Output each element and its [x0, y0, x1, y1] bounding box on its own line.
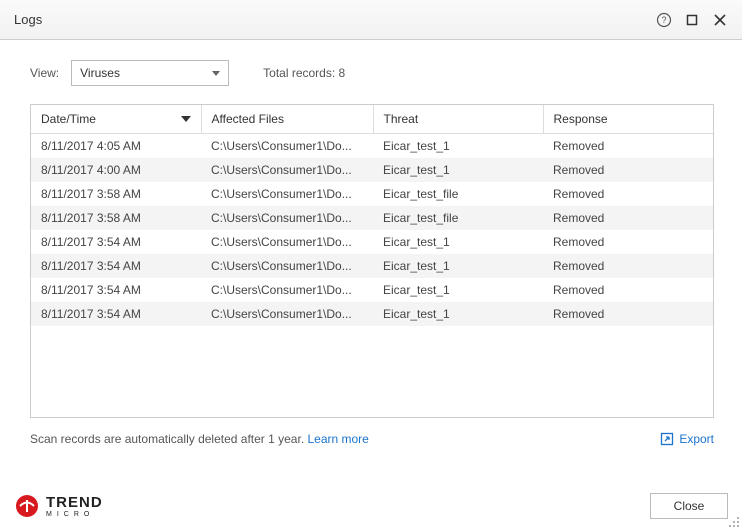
cell-response: Removed [543, 206, 713, 230]
view-dropdown[interactable]: Viruses [71, 60, 229, 86]
cell-threat: Eicar_test_1 [373, 254, 543, 278]
view-label: View: [30, 66, 59, 80]
chevron-down-icon [212, 71, 220, 76]
table-row[interactable]: 8/11/2017 3:54 AMC:\Users\Consumer1\Do..… [31, 230, 713, 254]
sort-desc-icon [181, 116, 191, 122]
total-records-label: Total records: [263, 66, 335, 80]
log-table: Date/Time Affected Files Threat Response… [31, 105, 713, 326]
cell-threat: Eicar_test_1 [373, 158, 543, 182]
toolbar: View: Viruses Total records: 8 [30, 60, 712, 86]
col-datetime[interactable]: Date/Time [31, 105, 201, 133]
footer-row: Scan records are automatically deleted a… [30, 432, 714, 446]
resize-grip-icon[interactable] [728, 516, 740, 528]
learn-more-link[interactable]: Learn more [307, 432, 368, 446]
help-icon: ? [656, 12, 672, 28]
cell-response: Removed [543, 302, 713, 326]
cell-datetime: 8/11/2017 3:54 AM [31, 254, 201, 278]
cell-affected: C:\Users\Consumer1\Do... [201, 230, 373, 254]
brand-big: TREND [46, 495, 103, 510]
cell-datetime: 8/11/2017 3:58 AM [31, 206, 201, 230]
cell-affected: C:\Users\Consumer1\Do... [201, 278, 373, 302]
table-row[interactable]: 8/11/2017 4:00 AMC:\Users\Consumer1\Do..… [31, 158, 713, 182]
cell-affected: C:\Users\Consumer1\Do... [201, 133, 373, 158]
cell-datetime: 8/11/2017 3:54 AM [31, 302, 201, 326]
window-title: Logs [14, 12, 648, 27]
cell-affected: C:\Users\Consumer1\Do... [201, 254, 373, 278]
table-row[interactable]: 8/11/2017 3:58 AMC:\Users\Consumer1\Do..… [31, 206, 713, 230]
dropdown-value: Viruses [80, 66, 212, 80]
log-table-container: Date/Time Affected Files Threat Response… [30, 104, 714, 418]
retention-note-text: Scan records are automatically deleted a… [30, 432, 307, 446]
close-button[interactable]: Close [650, 493, 728, 519]
table-row[interactable]: 8/11/2017 3:54 AMC:\Users\Consumer1\Do..… [31, 254, 713, 278]
cell-datetime: 8/11/2017 3:58 AM [31, 182, 201, 206]
brand-small: MICRO [46, 511, 103, 518]
cell-affected: C:\Users\Consumer1\Do... [201, 182, 373, 206]
export-icon [660, 432, 674, 446]
trendmicro-icon [14, 493, 40, 519]
table-row[interactable]: 8/11/2017 3:54 AMC:\Users\Consumer1\Do..… [31, 302, 713, 326]
cell-response: Removed [543, 278, 713, 302]
cell-affected: C:\Users\Consumer1\Do... [201, 206, 373, 230]
cell-datetime: 8/11/2017 3:54 AM [31, 278, 201, 302]
title-bar: Logs ? [0, 0, 742, 40]
cell-datetime: 8/11/2017 3:54 AM [31, 230, 201, 254]
close-icon [714, 14, 726, 26]
cell-threat: Eicar_test_1 [373, 230, 543, 254]
table-row[interactable]: 8/11/2017 3:54 AMC:\Users\Consumer1\Do..… [31, 278, 713, 302]
col-threat[interactable]: Threat [373, 105, 543, 133]
table-row[interactable]: 8/11/2017 3:58 AMC:\Users\Consumer1\Do..… [31, 182, 713, 206]
cell-threat: Eicar_test_file [373, 182, 543, 206]
col-response[interactable]: Response [543, 105, 713, 133]
brand-logo: TREND MICRO [14, 493, 103, 519]
cell-threat: Eicar_test_1 [373, 278, 543, 302]
cell-datetime: 8/11/2017 4:05 AM [31, 133, 201, 158]
cell-threat: Eicar_test_file [373, 206, 543, 230]
cell-threat: Eicar_test_1 [373, 302, 543, 326]
maximize-icon [686, 14, 698, 26]
cell-response: Removed [543, 254, 713, 278]
help-button[interactable]: ? [652, 8, 676, 32]
cell-response: Removed [543, 133, 713, 158]
cell-threat: Eicar_test_1 [373, 133, 543, 158]
cell-response: Removed [543, 182, 713, 206]
cell-affected: C:\Users\Consumer1\Do... [201, 158, 373, 182]
cell-datetime: 8/11/2017 4:00 AM [31, 158, 201, 182]
export-label: Export [679, 432, 714, 446]
retention-note: Scan records are automatically deleted a… [30, 432, 660, 446]
bottom-bar: TREND MICRO Close [0, 482, 742, 530]
table-row[interactable]: 8/11/2017 4:05 AMC:\Users\Consumer1\Do..… [31, 133, 713, 158]
maximize-button[interactable] [680, 8, 704, 32]
cell-response: Removed [543, 158, 713, 182]
cell-affected: C:\Users\Consumer1\Do... [201, 302, 373, 326]
total-records: Total records: 8 [263, 66, 345, 80]
table-header-row: Date/Time Affected Files Threat Response [31, 105, 713, 133]
close-window-button[interactable] [708, 8, 732, 32]
brand-text: TREND MICRO [46, 495, 103, 518]
col-datetime-label: Date/Time [41, 112, 96, 126]
col-affected[interactable]: Affected Files [201, 105, 373, 133]
cell-response: Removed [543, 230, 713, 254]
svg-text:?: ? [661, 15, 666, 25]
export-link[interactable]: Export [660, 432, 714, 446]
total-records-value: 8 [339, 66, 346, 80]
